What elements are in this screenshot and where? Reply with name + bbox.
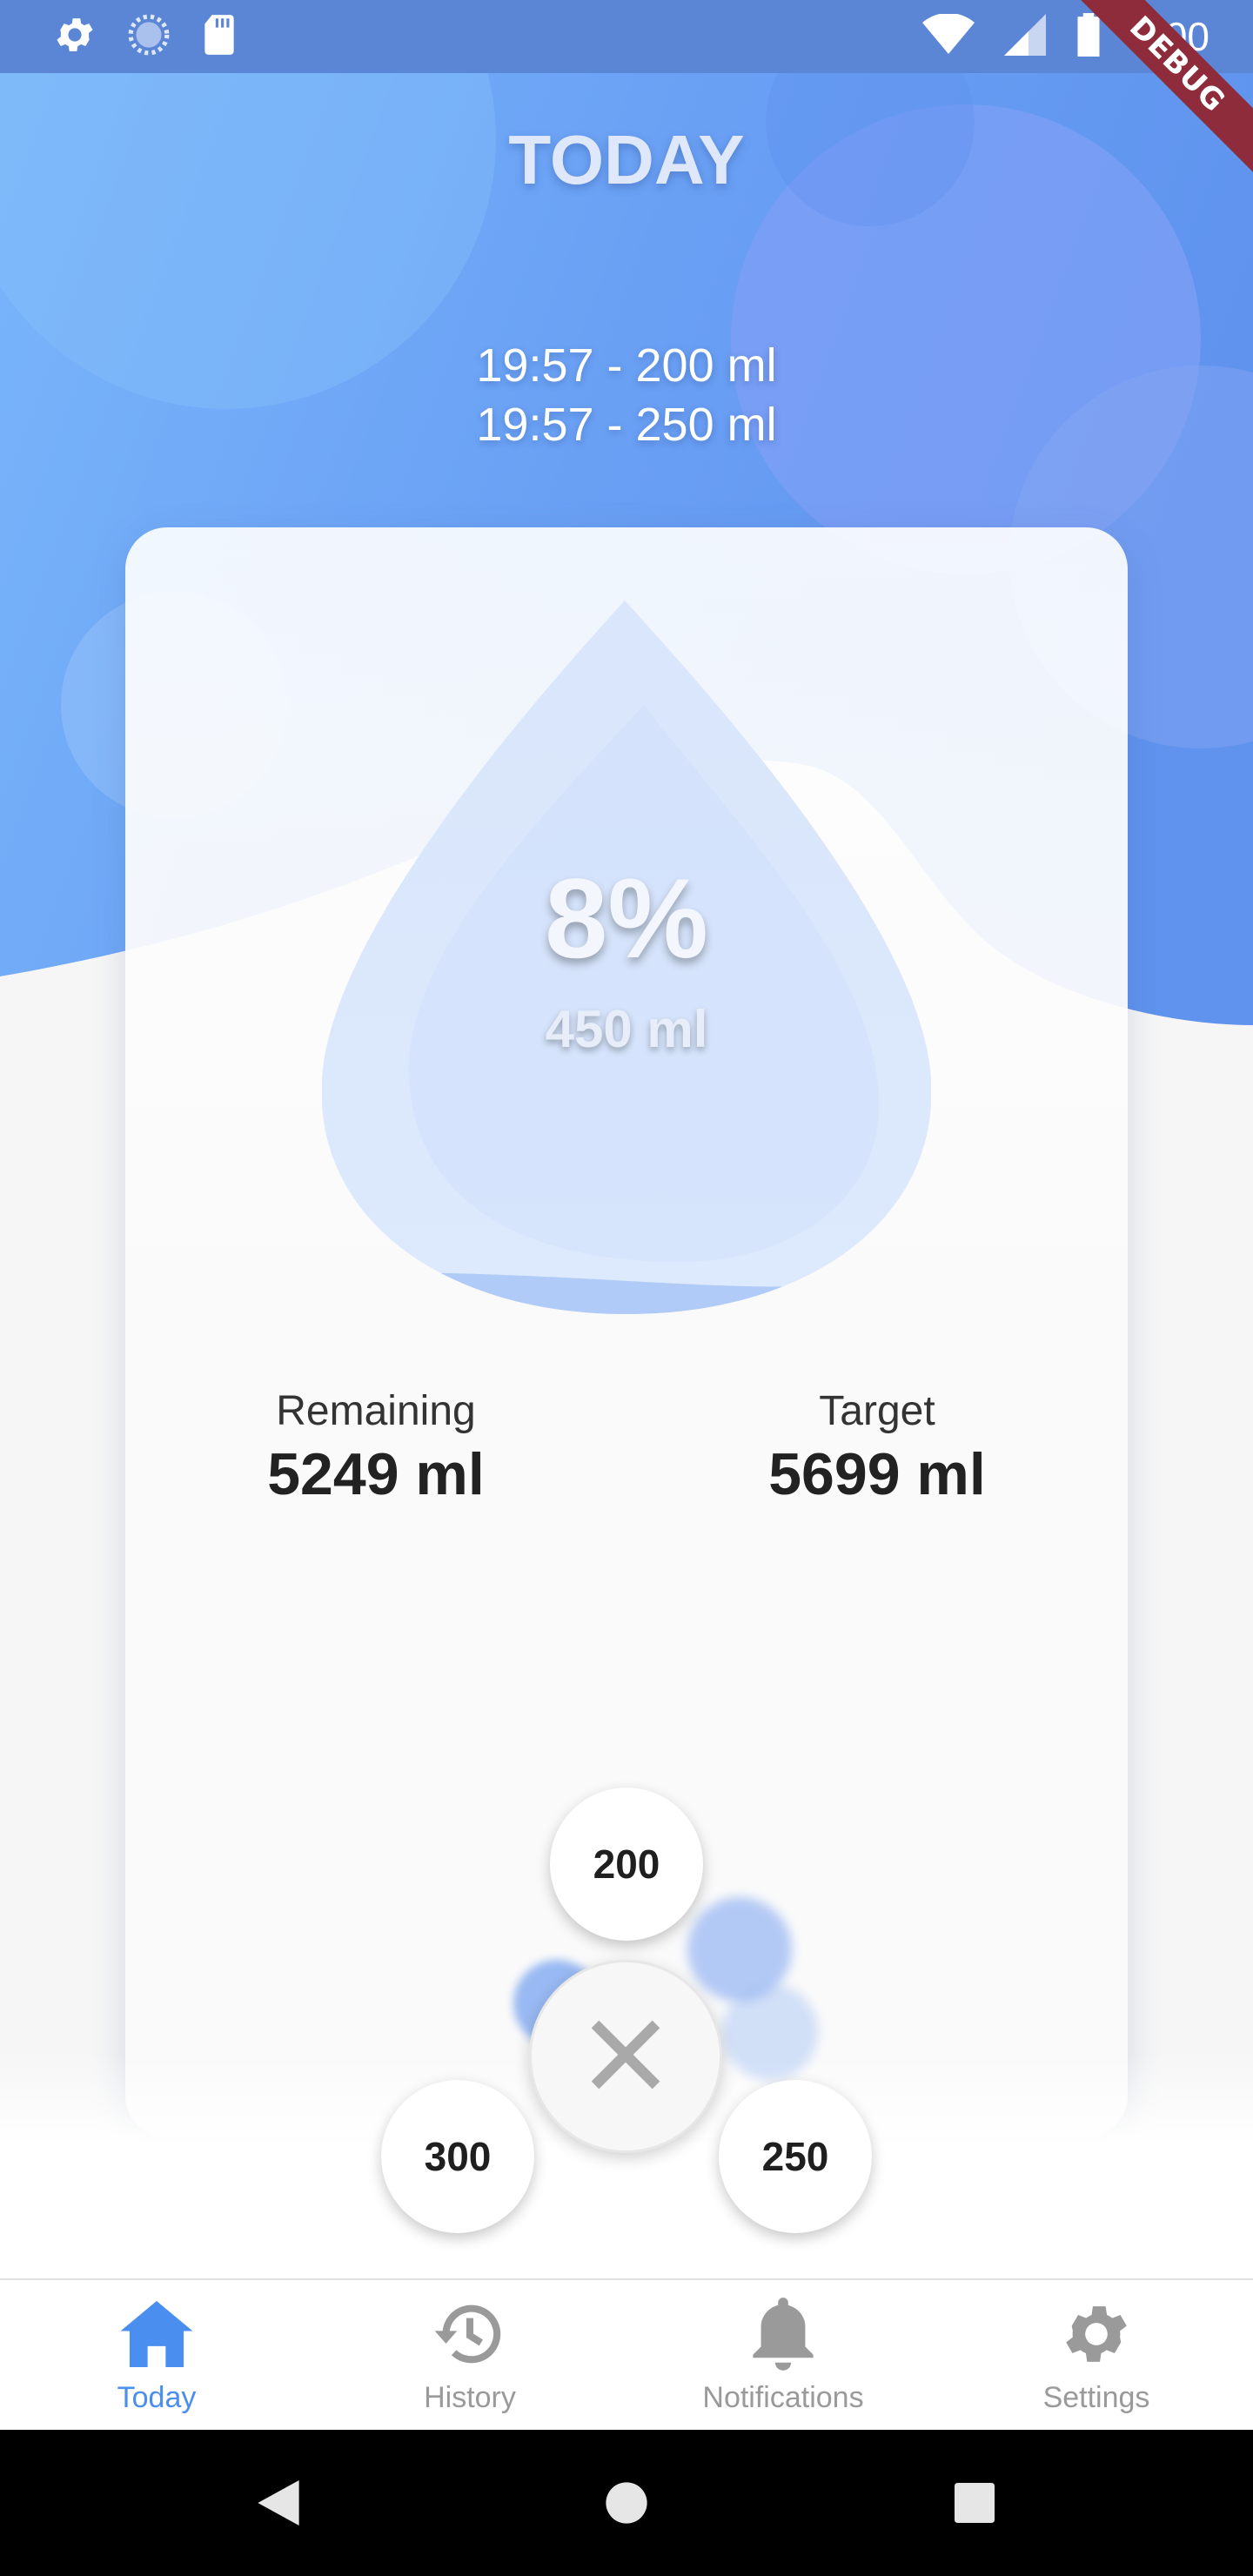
history-icon xyxy=(430,2294,510,2374)
intake-log-list: 19:57 - 200 ml 19:57 - 250 ml xyxy=(0,336,1253,454)
nav-item-notifications[interactable]: Notifications xyxy=(626,2280,940,2430)
bubble-decoration xyxy=(722,1984,818,2080)
nav-item-today[interactable]: Today xyxy=(0,2280,313,2430)
remaining-stat: Remaining 5249 ml xyxy=(202,1384,550,1509)
bell-icon xyxy=(743,2294,823,2374)
settings-icon xyxy=(1056,2294,1136,2374)
loading-icon xyxy=(127,13,171,61)
home-circle-icon[interactable] xyxy=(602,2479,651,2527)
nav-label-settings: Settings xyxy=(1042,2381,1150,2414)
target-value: 5699 ml xyxy=(768,1441,986,1507)
log-entry: 19:57 - 250 ml xyxy=(476,399,777,451)
wifi-icon xyxy=(922,12,975,60)
nav-item-history[interactable]: History xyxy=(313,2280,626,2430)
signal-icon xyxy=(1004,13,1047,60)
target-stat: Target 5699 ml xyxy=(703,1384,1051,1509)
sd-card-icon xyxy=(200,13,238,61)
quick-add-300-button[interactable]: 300 xyxy=(381,2080,534,2233)
status-left-icons xyxy=(52,12,238,62)
page-title: TODAY xyxy=(508,121,745,198)
close-icon xyxy=(586,2015,666,2099)
nav-label-history: History xyxy=(424,2381,516,2414)
back-icon[interactable] xyxy=(254,2479,303,2527)
bottom-navigation: Today History Notifications Settings xyxy=(0,2278,1253,2430)
log-entry: 19:57 - 200 ml xyxy=(476,339,777,392)
recents-icon[interactable] xyxy=(950,2479,999,2527)
remaining-label: Remaining xyxy=(276,1388,476,1434)
quick-add-250-button[interactable]: 250 xyxy=(719,2080,872,2233)
close-menu-button[interactable] xyxy=(529,1960,722,2153)
gear-icon xyxy=(52,12,97,62)
remaining-value: 5249 ml xyxy=(267,1441,485,1507)
nav-label-notifications: Notifications xyxy=(702,2381,864,2414)
consumed-amount: 450 ml xyxy=(545,1000,708,1058)
today-screen: 8:00 DEBUG TODAY 19:57 - 200 ml 19:57 - … xyxy=(0,0,1253,2576)
nav-item-settings[interactable]: Settings xyxy=(940,2280,1253,2430)
nav-label-today: Today xyxy=(117,2381,197,2414)
target-label: Target xyxy=(819,1388,935,1434)
progress-percent: 8% xyxy=(545,855,708,982)
status-bar: 8:00 xyxy=(0,0,1253,73)
quick-add-200-button[interactable]: 200 xyxy=(550,1788,703,1941)
battery-icon xyxy=(1075,12,1102,61)
home-icon xyxy=(117,2294,197,2374)
